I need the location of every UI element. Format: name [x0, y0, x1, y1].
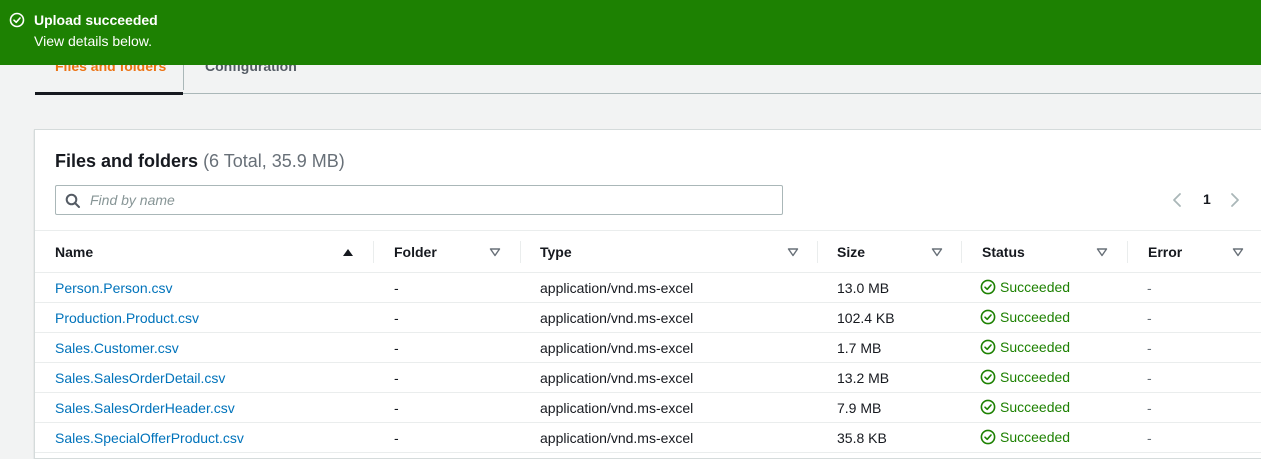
search-box[interactable] [55, 185, 783, 215]
folder-cell: - [394, 310, 399, 326]
folder-cell: - [394, 430, 399, 446]
column-divider [1127, 241, 1128, 263]
caret-down-icon [1096, 248, 1108, 257]
column-label: Folder [394, 244, 437, 260]
column-divider [961, 241, 962, 263]
status-text: Succeeded [1000, 339, 1071, 355]
files-panel: Files and folders (6 Total, 35.9 MB) 1 N… [34, 129, 1261, 459]
column-header-status[interactable]: Status [982, 231, 1122, 273]
page-number[interactable]: 1 [1203, 191, 1211, 207]
table-row: Sales.Customer.csv - application/vnd.ms-… [35, 333, 1261, 363]
type-cell: application/vnd.ms-excel [540, 370, 694, 386]
status-text: Succeeded [1000, 429, 1071, 445]
status-text: Succeeded [1000, 399, 1071, 415]
success-banner: Upload succeeded View details below. [0, 0, 1261, 65]
column-divider [373, 241, 374, 263]
folder-cell: - [394, 370, 399, 386]
folder-cell: - [394, 340, 399, 356]
active-tab-indicator [35, 92, 183, 95]
status-cell: Succeeded [980, 399, 1070, 415]
column-divider [520, 241, 521, 263]
check-circle-icon [980, 279, 996, 295]
panel-count: (6 Total, 35.9 MB) [203, 151, 345, 171]
error-cell: - [1147, 430, 1152, 446]
search-input[interactable] [90, 190, 770, 210]
type-cell: application/vnd.ms-excel [540, 400, 694, 416]
size-cell: 102.4 KB [837, 310, 895, 326]
caret-down-icon [489, 248, 501, 257]
column-label: Size [837, 244, 866, 260]
size-cell: 7.9 MB [837, 400, 882, 416]
table-body: Person.Person.csv - application/vnd.ms-e… [35, 273, 1261, 453]
error-cell: - [1147, 280, 1152, 296]
column-header-type[interactable]: Type [540, 231, 810, 273]
status-cell: Succeeded [980, 429, 1070, 445]
error-cell: - [1147, 340, 1152, 356]
table-row: Production.Product.csv - application/vnd… [35, 303, 1261, 333]
status-cell: Succeeded [980, 309, 1070, 325]
column-label: Status [982, 244, 1025, 260]
file-name-link[interactable]: Person.Person.csv [55, 280, 173, 296]
check-circle-icon [980, 429, 996, 445]
status-cell: Succeeded [980, 279, 1070, 295]
column-label: Error [1148, 244, 1183, 260]
status-cell: Succeeded [980, 339, 1070, 355]
check-circle-icon [980, 339, 996, 355]
file-name-link[interactable]: Sales.Customer.csv [55, 340, 179, 356]
status-cell: Succeeded [980, 369, 1070, 385]
size-cell: 13.2 MB [837, 370, 890, 386]
caret-down-icon [787, 248, 799, 257]
size-cell: 13.0 MB [837, 280, 890, 296]
check-circle-icon [980, 309, 996, 325]
status-text: Succeeded [1000, 309, 1071, 325]
type-cell: application/vnd.ms-excel [540, 310, 694, 326]
check-circle-icon [980, 369, 996, 385]
files-table: Name Folder Type Size Status Error Perso… [35, 230, 1261, 453]
type-cell: application/vnd.ms-excel [540, 280, 694, 296]
caret-down-icon [931, 248, 943, 257]
column-label: Type [540, 244, 572, 260]
file-name-link[interactable]: Sales.SalesOrderHeader.csv [55, 400, 235, 416]
folder-cell: - [394, 400, 399, 416]
column-header-name[interactable]: Name [55, 231, 355, 273]
check-circle-icon [9, 12, 25, 28]
search-icon [65, 193, 80, 208]
chevron-left-icon[interactable] [1169, 191, 1185, 209]
file-name-link[interactable]: Sales.SpecialOfferProduct.csv [55, 430, 244, 446]
panel-title: Files and folders (6 Total, 35.9 MB) [55, 151, 345, 172]
panel-title-text: Files and folders [55, 151, 199, 171]
table-header: Name Folder Type Size Status Error [35, 230, 1261, 273]
file-name-link[interactable]: Sales.SalesOrderDetail.csv [55, 370, 225, 386]
banner-subtitle: View details below. [34, 33, 153, 49]
column-header-folder[interactable]: Folder [394, 231, 514, 273]
type-cell: application/vnd.ms-excel [540, 430, 694, 446]
caret-up-icon [343, 249, 353, 256]
banner-title: Upload succeeded [34, 12, 158, 28]
table-row: Person.Person.csv - application/vnd.ms-e… [35, 273, 1261, 303]
file-name-link[interactable]: Production.Product.csv [55, 310, 199, 326]
table-row: Sales.SpecialOfferProduct.csv - applicat… [35, 423, 1261, 453]
folder-cell: - [394, 280, 399, 296]
table-row: Sales.SalesOrderHeader.csv - application… [35, 393, 1261, 423]
error-cell: - [1147, 400, 1152, 416]
error-cell: - [1147, 310, 1152, 326]
check-circle-icon [980, 399, 996, 415]
caret-down-icon [1232, 248, 1244, 257]
type-cell: application/vnd.ms-excel [540, 340, 694, 356]
column-header-error[interactable]: Error [1148, 231, 1253, 273]
size-cell: 1.7 MB [837, 340, 882, 356]
table-row: Sales.SalesOrderDetail.csv - application… [35, 363, 1261, 393]
column-divider [817, 241, 818, 263]
chevron-right-icon[interactable] [1227, 191, 1243, 209]
size-cell: 35.8 KB [837, 430, 887, 446]
column-label: Name [55, 244, 94, 260]
status-text: Succeeded [1000, 279, 1071, 295]
error-cell: - [1147, 370, 1152, 386]
status-text: Succeeded [1000, 369, 1071, 385]
column-header-size[interactable]: Size [837, 231, 957, 273]
